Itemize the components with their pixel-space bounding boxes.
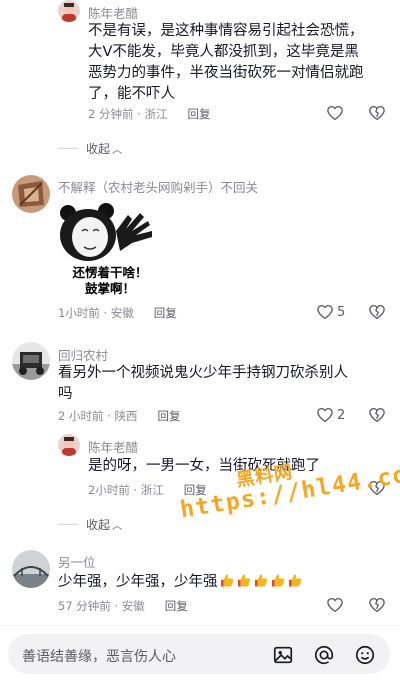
reply-button[interactable]: 回复 <box>154 306 177 320</box>
heart-icon <box>327 105 343 121</box>
like-button[interactable]: 2 <box>316 406 345 424</box>
collapse-label: 收起 <box>86 518 111 532</box>
sticker-caption: 还愣着干啥！ <box>72 265 148 280</box>
comment-line: 了，能不吓人 <box>88 86 175 102</box>
timestamp-location: 57 分钟前 · 安徽 <box>58 599 145 613</box>
comment-text: 少年强，少年强，少年强 <box>58 572 303 593</box>
timestamp-location: 2 分钟前 · 浙江 <box>88 107 168 121</box>
timestamp-location: 2小时前 · 浙江 <box>88 483 164 497</box>
divider <box>58 524 78 525</box>
avatar[interactable] <box>58 434 80 456</box>
timestamp-location: 1小时前 · 安徽 <box>58 306 134 320</box>
comment-input[interactable]: 善语结善缘，恶言伤人心 <box>8 634 390 674</box>
username[interactable]: 陈年老醋 <box>88 3 138 22</box>
comment-line: 大V不能发，毕竟人都没抓到，这毕竟是黑 <box>88 44 359 60</box>
collapse-label: 收起 <box>86 142 111 156</box>
avatar[interactable] <box>12 342 50 380</box>
comment-line: 吗 <box>58 386 73 402</box>
chevron-up-icon: ︿ <box>112 145 123 156</box>
comment-text: 看另外一个视频说鬼火少年手持钢刀砍杀别人 吗 <box>58 363 348 405</box>
thumbs-up-icon <box>237 574 250 587</box>
heart-icon <box>327 597 343 613</box>
comment-meta: 2 分钟前 · 浙江 回复 <box>88 106 210 122</box>
thumbs-up-icon <box>288 574 301 587</box>
username[interactable]: 不解释（农村老头网购剁手）不回关 <box>58 177 258 196</box>
chevron-up-icon: ︿ <box>112 521 123 532</box>
emoji-icon[interactable] <box>354 644 376 666</box>
comment-meta: 2 小时前 · 陕西 回复 <box>58 408 180 424</box>
reply-button[interactable]: 回复 <box>157 409 180 423</box>
broken-heart-icon[interactable] <box>368 596 386 614</box>
comment-input-bar: 善语结善缘，恶言伤人心 <box>0 625 400 689</box>
input-placeholder: 善语结善缘，恶言伤人心 <box>22 649 176 665</box>
timestamp-location: 2 小时前 · 陕西 <box>58 409 138 423</box>
heart-icon <box>317 407 333 423</box>
like-button[interactable] <box>326 596 344 614</box>
broken-heart-icon[interactable] <box>368 104 386 122</box>
like-button[interactable] <box>326 104 344 122</box>
comment-line: 看另外一个视频说鬼火少年手持钢刀砍杀别人 <box>58 365 348 381</box>
like-button[interactable]: 5 <box>316 303 345 321</box>
broken-heart-icon[interactable] <box>368 406 386 424</box>
avatar[interactable] <box>12 550 50 588</box>
avatar[interactable] <box>12 175 50 213</box>
watermark: 黑料网 https://hl44.co <box>174 435 400 539</box>
comment-line: 不是有误，是这种事情容易引起社会恐慌， <box>88 23 364 39</box>
at-mention-icon[interactable] <box>313 644 335 666</box>
broken-heart-icon[interactable] <box>368 303 386 321</box>
like-count: 5 <box>337 304 346 320</box>
like-count: 2 <box>337 407 346 423</box>
emoji-row <box>218 574 303 590</box>
image-icon[interactable] <box>272 644 294 666</box>
reply-button[interactable]: 回复 <box>165 599 188 613</box>
comment-meta: 57 分钟前 · 安徽 回复 <box>58 598 188 614</box>
reply-button[interactable]: 回复 <box>187 107 210 121</box>
meme-sticker[interactable]: 还愣着干啥！ 鼓掌啊！ <box>58 199 162 301</box>
heart-icon <box>317 304 333 320</box>
comment-meta: 1小时前 · 安徽 回复 <box>58 305 177 321</box>
thumbs-up-icon <box>271 574 284 587</box>
thumbs-up-icon <box>220 574 233 587</box>
collapse-replies-button[interactable]: 收起 ︿ <box>58 516 122 533</box>
thumbs-up-icon <box>254 574 267 587</box>
comment-line: 恶势力的事件，半夜当街砍死一对情侣就跑 <box>88 65 364 81</box>
collapse-replies-button[interactable]: 收起 ︿ <box>58 140 122 157</box>
panda-meme-image <box>60 203 152 261</box>
comment-text: 不是有误，是这种事情容易引起社会恐慌， 大V不能发，毕竟人都没抓到，这毕竟是黑 … <box>88 21 364 105</box>
comment-line: 少年强，少年强，少年强 <box>58 574 218 590</box>
username[interactable]: 另一位 <box>58 552 96 571</box>
username[interactable]: 回归农村 <box>58 345 108 364</box>
username[interactable]: 陈年老醋 <box>88 437 138 456</box>
sticker-caption: 鼓掌啊！ <box>84 281 135 296</box>
avatar[interactable] <box>58 0 80 22</box>
divider <box>58 148 78 149</box>
